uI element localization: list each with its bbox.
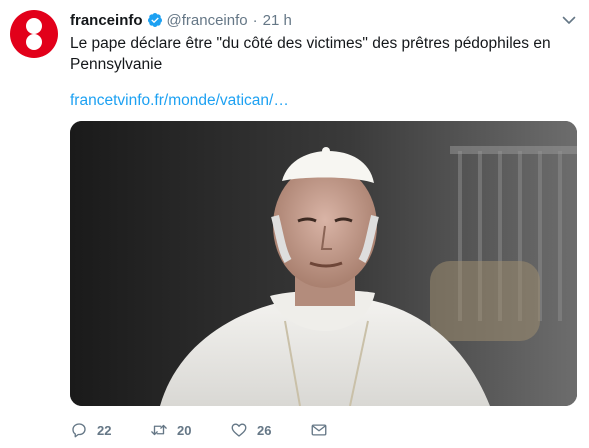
- envelope-icon: [311, 424, 327, 436]
- retweet-icon: [151, 424, 167, 436]
- verified-badge-icon: [147, 12, 163, 28]
- tweet-photo[interactable]: [70, 121, 577, 406]
- like-count: 26: [257, 422, 272, 438]
- tweet-actions: 22 20 26: [70, 420, 337, 440]
- tweet-text: Le pape déclare être "du côté des victim…: [70, 35, 551, 73]
- header-separator: ·: [252, 11, 258, 29]
- tweet-timestamp[interactable]: 21 h: [263, 12, 292, 29]
- account-name[interactable]: franceinfo: [70, 12, 143, 29]
- avatar-dot-top: [26, 18, 42, 34]
- retweet-button[interactable]: 20: [150, 421, 230, 439]
- pope-photo-illustration: [70, 121, 577, 406]
- reply-button[interactable]: 22: [70, 421, 150, 439]
- like-button[interactable]: 26: [230, 421, 310, 439]
- chevron-down-icon[interactable]: [561, 12, 577, 28]
- account-handle[interactable]: @franceinfo: [167, 12, 248, 29]
- avatar-dot-bottom: [26, 34, 42, 50]
- reply-icon: [72, 423, 86, 438]
- tweet-card[interactable]: franceinfo @franceinfo · 21 h Le pape dé…: [0, 0, 589, 448]
- reply-count: 22: [97, 422, 112, 438]
- heart-icon: [231, 423, 247, 437]
- direct-message-button[interactable]: [310, 421, 337, 439]
- retweet-count: 20: [177, 422, 192, 438]
- avatar[interactable]: [10, 10, 58, 58]
- article-link[interactable]: francetvinfo.fr/monde/vatican/…: [70, 92, 289, 110]
- tweet-header: franceinfo @franceinfo · 21 h: [70, 10, 292, 30]
